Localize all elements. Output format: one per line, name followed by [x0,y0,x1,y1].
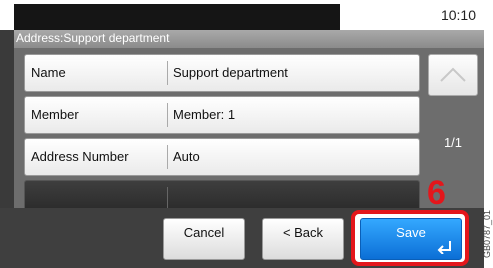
field-divider [167,61,168,85]
status-bar: 10:10 [0,0,484,30]
detail-list: Name Support department Member Member: 1… [14,48,484,212]
field-row-member[interactable]: Member Member: 1 [24,96,420,134]
field-value: Support department [173,65,288,80]
status-message-area [14,4,340,30]
chevron-up-icon [440,67,466,82]
clock: 10:10 [440,7,476,23]
screen-title: Address:Support department [16,31,170,45]
back-button[interactable]: < Back [262,218,344,260]
save-button-label: Save [396,225,426,240]
field-value: Member: 1 [173,107,236,122]
page-indicator: 1/1 [443,135,463,150]
screen-title-bar: Address:Support department [14,30,484,48]
field-divider [167,145,168,169]
figure-code: GB0787_01 [482,209,492,258]
field-row-name[interactable]: Name Support department [24,54,420,92]
cancel-button[interactable]: Cancel [163,218,245,260]
field-label: Address Number [31,149,129,164]
scroll-up-button[interactable] [428,54,478,96]
save-button[interactable]: Save [360,218,462,260]
step-number: 6 [427,174,446,212]
field-row-address-number[interactable]: Address Number Auto [24,138,420,176]
field-label: Name [31,65,66,80]
field-label: Member [31,107,79,122]
field-divider [167,103,168,127]
field-value: Auto [173,149,200,164]
enter-icon [437,241,451,254]
